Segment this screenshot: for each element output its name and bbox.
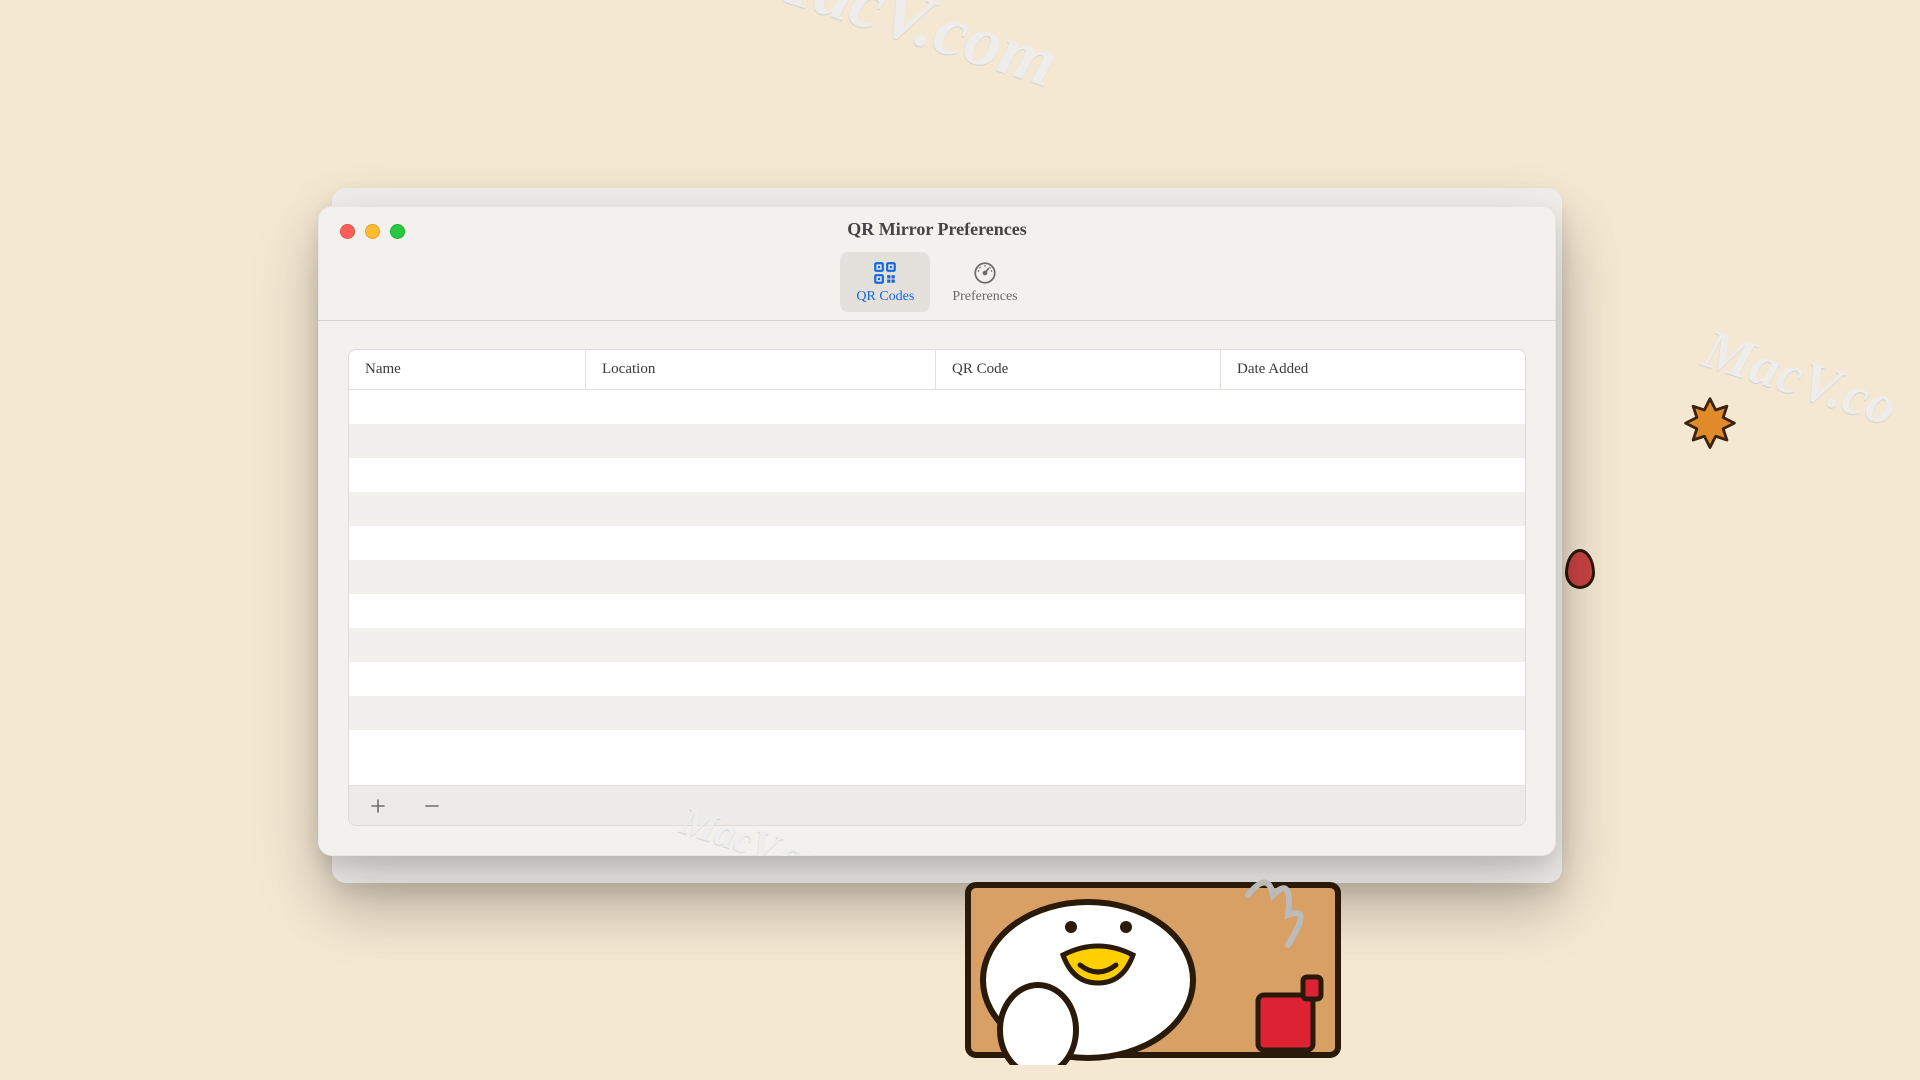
table-row[interactable]: [349, 424, 1525, 458]
table-row[interactable]: [349, 594, 1525, 628]
column-header-date-added[interactable]: Date Added: [1220, 350, 1525, 389]
maple-leaf-icon: [1680, 395, 1740, 455]
table-row[interactable]: [349, 492, 1525, 526]
window-title: QR Mirror Preferences: [318, 220, 1556, 238]
tab-qr-codes[interactable]: QR Codes: [840, 252, 930, 312]
table-body[interactable]: [349, 390, 1525, 785]
watermark: MacV.com: [747, 0, 1067, 99]
tab-preferences[interactable]: Preferences: [936, 252, 1033, 312]
table-row[interactable]: [349, 696, 1525, 730]
table-row[interactable]: [349, 662, 1525, 696]
qr-code-icon: [872, 260, 898, 286]
content-area: Name Location QR Code Date Added: [318, 321, 1556, 856]
column-header-location[interactable]: Location: [585, 350, 935, 389]
preferences-window: QR Mirror Preferences: [318, 206, 1556, 856]
duck-illustration: [958, 865, 1348, 1065]
remove-button[interactable]: [419, 793, 445, 819]
minus-icon: [424, 798, 440, 814]
gauge-icon: [972, 260, 998, 286]
table-header-row: Name Location QR Code Date Added: [349, 350, 1525, 390]
tab-label: Preferences: [952, 290, 1017, 304]
qr-table: Name Location QR Code Date Added: [348, 349, 1526, 826]
table-footer: [349, 785, 1525, 825]
titlebar: QR Mirror Preferences: [318, 206, 1556, 321]
column-header-name[interactable]: Name: [349, 350, 585, 389]
column-header-qr-code[interactable]: QR Code: [935, 350, 1220, 389]
toolbar-tabs: QR Codes Preferences: [318, 252, 1556, 312]
table-row[interactable]: [349, 526, 1525, 560]
table-row[interactable]: [349, 560, 1525, 594]
add-button[interactable]: [365, 793, 391, 819]
tab-label: QR Codes: [856, 290, 914, 304]
plus-icon: [370, 798, 386, 814]
table-row[interactable]: [349, 458, 1525, 492]
table-row[interactable]: [349, 628, 1525, 662]
table-row[interactable]: [349, 390, 1525, 424]
decorative-shape-icon: [1565, 549, 1595, 589]
